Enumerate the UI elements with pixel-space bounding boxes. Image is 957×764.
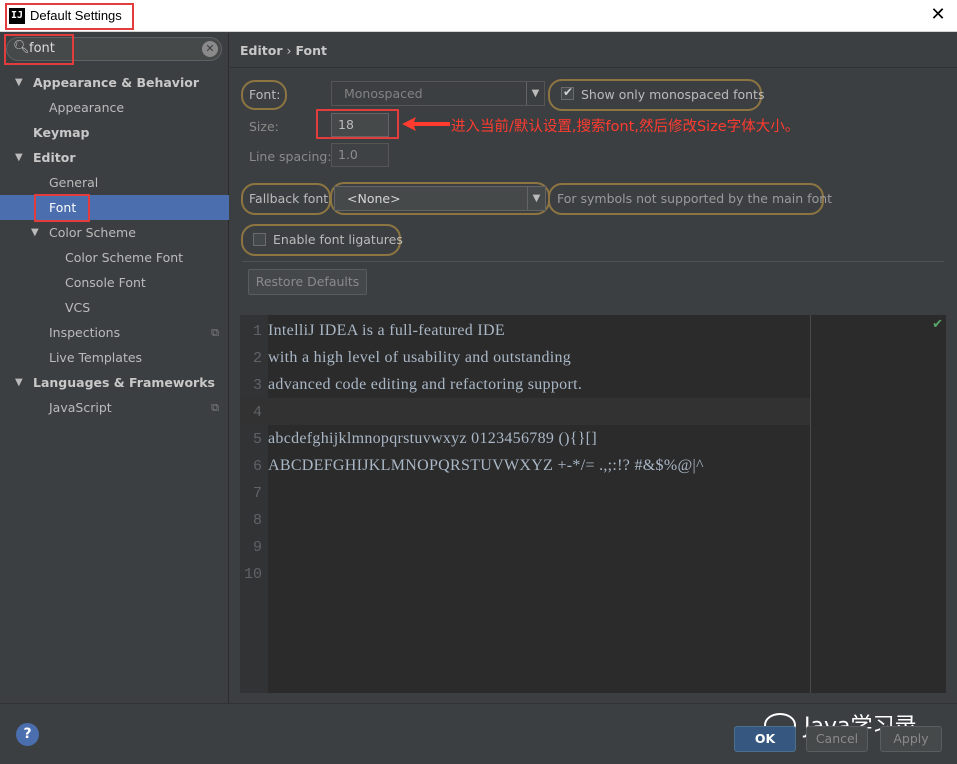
line-spacing-label: Line spacing: <box>249 149 332 164</box>
show-monospaced-checkbox[interactable] <box>561 85 574 100</box>
divider <box>230 67 957 68</box>
sidebar-item-languages-frameworks[interactable]: ▼ Languages & Frameworks <box>0 370 229 395</box>
expand-arrow-icon[interactable]: ▼ <box>15 70 23 95</box>
sidebar-item-color-scheme[interactable]: ▼ Color Scheme <box>0 220 229 245</box>
apply-button[interactable]: Apply <box>880 726 942 752</box>
code-line: 1 IntelliJ IDEA is a full-featured IDE <box>240 317 810 344</box>
ligatures-label: Enable font ligatures <box>273 232 403 247</box>
line-number: 1 <box>252 323 262 340</box>
expand-arrow-icon[interactable]: ▼ <box>15 370 23 395</box>
code-text: advanced code editing and refactoring su… <box>268 376 583 393</box>
dialog-footer: ? Java学习录 OK Cancel Apply <box>0 703 957 764</box>
code-line: 3 advanced code editing and refactoring s… <box>240 371 810 398</box>
code-text: with a high level of usability and outst… <box>268 349 572 366</box>
settings-sidebar: 🔍︎ font ✕ ▼ Appearance & Behavior Appearan… <box>0 33 229 703</box>
sidebar-item-editor[interactable]: ▼ Editor <box>0 145 229 170</box>
code-line: 2 with a high level of usability and outs… <box>240 344 810 371</box>
fallback-select-value: <None> <box>347 191 401 206</box>
sidebar-item-label: Color Scheme Font <box>65 250 184 265</box>
font-item-highlight-box <box>34 194 90 222</box>
line-number: 9 <box>252 539 262 556</box>
divider <box>242 261 944 262</box>
line-number: 7 <box>252 485 262 502</box>
line-number: 4 <box>252 404 262 421</box>
show-monospaced-label: Show only monospaced fonts <box>581 87 765 102</box>
expand-arrow-icon[interactable]: ▼ <box>31 220 39 245</box>
annotation-arrow <box>402 117 450 131</box>
sidebar-item-label: Appearance <box>49 100 125 115</box>
sidebar-item-general[interactable]: General <box>0 170 229 195</box>
sidebar-item-label: Live Templates <box>49 350 143 365</box>
sidebar-item-label: Appearance & Behavior <box>33 75 199 90</box>
line-number: 6 <box>252 458 262 475</box>
sidebar-item-label: VCS <box>65 300 91 315</box>
code-line: 9 <box>240 533 810 560</box>
dropdown-arrow-icon: ▼ <box>527 187 545 210</box>
font-select[interactable]: Monospaced ▼ <box>331 81 545 106</box>
code-line: 6 ABCDEFGHIJKLMNOPQRSTUVWXYZ +-*/= .,;:!?… <box>240 452 810 479</box>
sidebar-item-javascript[interactable]: JavaScript ⧉ <box>0 395 229 420</box>
ligatures-checkbox[interactable] <box>253 233 266 246</box>
right-gutter: ✔ <box>811 315 946 693</box>
code-line: 4 <box>240 398 810 425</box>
sidebar-item-console-font[interactable]: Console Font <box>0 270 229 295</box>
fallback-font-select[interactable]: <None> ▼ <box>334 186 546 211</box>
title-highlight-box <box>5 3 134 30</box>
restore-defaults-button[interactable]: Restore Defaults <box>248 269 367 295</box>
line-number: 10 <box>243 566 262 583</box>
breadcrumb: Editor › Font <box>240 43 327 58</box>
code-line: 5 abcdefghijklmnopqrstuvwxyz 0123456789 (… <box>240 425 810 452</box>
search-highlight-box <box>4 34 74 65</box>
breadcrumb-font: Font <box>295 43 328 58</box>
code-text: IntelliJ IDEA is a full-featured IDE <box>268 322 505 339</box>
size-highlight-box <box>316 109 399 139</box>
ok-button[interactable]: OK <box>734 726 796 752</box>
fallback-hint: For symbols not supported by the main fo… <box>557 191 833 206</box>
sidebar-item-color-scheme-font[interactable]: Color Scheme Font <box>0 245 229 270</box>
sidebar-item-label: General <box>49 175 99 190</box>
line-number: 3 <box>252 377 262 394</box>
sidebar-item-keymap[interactable]: Keymap <box>0 120 229 145</box>
sidebar-item-label: Inspections <box>49 325 121 340</box>
sidebar-item-label: Languages & Frameworks <box>33 375 215 390</box>
size-label: Size: <box>249 119 279 134</box>
line-number: 8 <box>252 512 262 529</box>
font-preview-editor[interactable]: 1 IntelliJ IDEA is a full-featured IDE 2 wi… <box>240 315 946 693</box>
font-select-value: Monospaced <box>344 86 423 101</box>
dropdown-arrow-icon: ▼ <box>526 82 544 105</box>
line-spacing-input[interactable]: 1.0 <box>331 143 389 167</box>
checkmark-icon: ✔ <box>932 317 943 332</box>
font-settings-pane: Editor›Font Font: Monospaced ▼ Show only… <box>230 33 957 703</box>
sidebar-item-vcs[interactable]: VCS <box>0 295 229 320</box>
sidebar-item-label: Editor <box>33 150 76 165</box>
code-line: 7 <box>240 479 810 506</box>
clear-search-icon[interactable]: ✕ <box>202 41 218 57</box>
line-number: 5 <box>252 431 262 448</box>
sidebar-item-appearance-behavior[interactable]: ▼ Appearance & Behavior <box>0 70 229 95</box>
breadcrumb-editor: Editor <box>240 43 283 58</box>
fallback-font-label: Fallback font: <box>249 191 333 206</box>
font-label: Font: <box>249 87 281 102</box>
sidebar-item-label: JavaScript <box>49 400 112 415</box>
help-icon[interactable]: ? <box>16 723 39 746</box>
code-text: ABCDEFGHIJKLMNOPQRSTUVWXYZ +-*/= .,;:!? … <box>268 457 704 474</box>
expand-arrow-icon[interactable]: ▼ <box>15 145 23 170</box>
line-number: 2 <box>252 350 262 367</box>
sidebar-item-label: Console Font <box>65 275 146 290</box>
cancel-button[interactable]: Cancel <box>806 726 868 752</box>
code-text: abcdefghijklmnopqrstuvwxyz 0123456789 ()… <box>268 430 597 447</box>
project-scope-icon: ⧉ <box>211 401 219 414</box>
annotation-text: 进入当前/默认设置,搜索font,然后修改Size字体大小。 <box>451 119 800 135</box>
close-icon[interactable]: ✕ <box>929 6 947 24</box>
project-scope-icon: ⧉ <box>211 326 219 339</box>
title-bar: IJ Default Settings ✕ <box>0 0 957 32</box>
sidebar-item-appearance[interactable]: Appearance <box>0 95 229 120</box>
sidebar-item-live-templates[interactable]: Live Templates <box>0 345 229 370</box>
code-line: 8 <box>240 506 810 533</box>
sidebar-item-inspections[interactable]: Inspections ⧉ <box>0 320 229 345</box>
code-line: 10 <box>240 560 810 587</box>
sidebar-item-label: Keymap <box>33 125 90 140</box>
sidebar-item-label: Color Scheme <box>49 225 136 240</box>
